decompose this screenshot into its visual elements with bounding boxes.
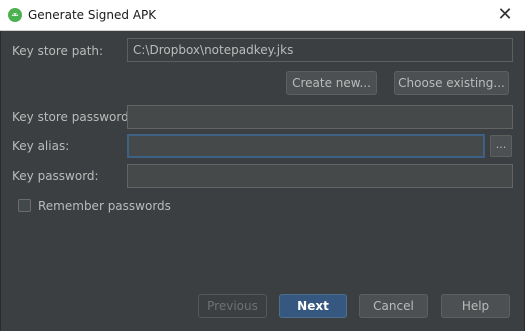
cancel-button[interactable]: Cancel [359,294,428,318]
key-store-path-value: C:\Dropbox\notepadkey.jks [133,43,294,57]
close-icon: ✕ [497,4,513,25]
key-store-password-label: Key store password: [12,110,133,124]
previous-button[interactable]: Previous [198,294,267,318]
android-studio-icon [8,8,22,22]
create-new-button[interactable]: Create new... [286,71,377,95]
dialog-content: Key store path: C:\Dropbox\notepadkey.jk… [0,31,525,331]
key-password-label: Key password: [12,169,99,183]
key-store-password-field[interactable] [127,105,513,129]
help-button[interactable]: Help [441,294,510,318]
window-title: Generate Signed APK [28,8,157,22]
remember-passwords-checkbox[interactable] [18,199,31,212]
key-password-field[interactable] [127,164,513,188]
key-store-path-field[interactable]: C:\Dropbox\notepadkey.jks [127,38,513,62]
title-bar: Generate Signed APK ✕ [0,0,525,31]
remember-passwords-label[interactable]: Remember passwords [38,199,171,213]
close-button[interactable]: ✕ [493,3,517,27]
next-button[interactable]: Next [279,294,347,318]
key-alias-label: Key alias: [12,139,70,153]
key-store-path-label: Key store path: [12,44,104,58]
key-alias-browse-button[interactable]: ... [490,135,512,157]
choose-existing-button[interactable]: Choose existing... [394,71,509,95]
key-alias-field[interactable] [127,134,485,158]
